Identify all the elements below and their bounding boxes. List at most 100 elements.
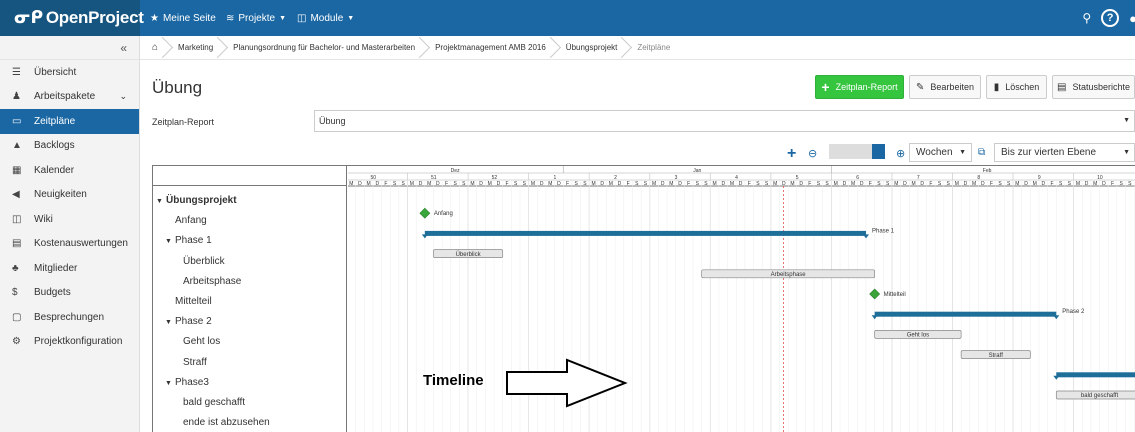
report-select[interactable]: Übung ▼ (314, 110, 1135, 132)
zoom-out-icon[interactable]: ⊖ (808, 147, 817, 160)
caret-down-icon: ▼ (1123, 117, 1130, 124)
day-letter: D (1042, 181, 1046, 187)
expand-plus-icon[interactable]: + (787, 145, 796, 163)
gantt-chart: ▼ Übungsprojekt Anfang ▼ Phase 1 Überblick Arb… (152, 165, 1135, 432)
expand-toggle-icon[interactable]: ▼ (165, 313, 175, 333)
openproject-logo[interactable]: ᓂᑭ OpenProject (0, 0, 144, 36)
day-letter: M (911, 181, 915, 187)
sidebar-item-neuigkeiten[interactable]: ◀ Neuigkeiten (0, 183, 139, 208)
nav-modules[interactable]: ◫ Module ▼ (297, 0, 354, 36)
gantt-row-label: Übungsprojekt (166, 195, 237, 206)
expand-toggle-icon[interactable]: ▼ (165, 232, 175, 252)
search-icon[interactable]: ⚲ (1082, 11, 1091, 25)
user-icon[interactable]: ● (1129, 11, 1135, 26)
nav-projects[interactable]: ≋ Projekte ▼ (226, 0, 286, 36)
sidebar-item-kalender[interactable]: ▦ Kalender (0, 158, 139, 183)
week-label: 7 (917, 175, 920, 181)
breadcrumb-item[interactable]: Projektmanagement AMB 2016 (427, 36, 558, 60)
home-icon[interactable]: ⌂ (150, 36, 170, 60)
gantt-tree-row[interactable]: Straff (183, 353, 207, 373)
day-letter: M (367, 181, 371, 187)
day-letter: M (790, 181, 794, 187)
day-letter: M (773, 181, 777, 187)
breadcrumb-item[interactable]: Übungsprojekt (558, 36, 630, 60)
gantt-timeline[interactable]: Dez Jan Feb 50 51 52 1 2 3 4 5 6 7 8 9 10 M D M D F S S M D M D F S S… (348, 166, 1135, 432)
gantt-tree-row[interactable]: ▼ Phase 1 (165, 231, 212, 251)
gantt-tree-row[interactable]: Arbeitsphase (183, 272, 241, 292)
outline-level-select[interactable]: Bis zur vierten Ebene ▼ (994, 143, 1135, 162)
sidebar-item-mitglieder[interactable]: ♣ Mitglieder (0, 256, 139, 281)
sidebar-item-budgets[interactable]: $ Budgets (0, 281, 139, 306)
gantt-tree-row[interactable]: Geht los (183, 332, 220, 352)
zoom-slider[interactable] (829, 144, 885, 159)
sidebar-item-arbeitspakete[interactable]: ♟ Arbeitspakete ⌄ (0, 85, 139, 110)
gantt-row-label: Arbeitsphase (183, 275, 242, 287)
sidebar-item-übersicht[interactable]: ☰ Übersicht (0, 60, 139, 85)
pencil-icon: ✎ (916, 81, 925, 93)
phase-bar (424, 230, 866, 236)
chevron-down-icon[interactable]: ⌄ (119, 91, 127, 102)
plus-icon: + (821, 79, 830, 95)
breadcrumb-item[interactable]: Planungsordnung für Bachelor- und Master… (225, 36, 427, 60)
zoom-slider-handle[interactable] (872, 144, 885, 159)
day-letter: F (445, 181, 448, 187)
day-letter: D (375, 181, 379, 187)
delete-button[interactable]: ▮ Löschen (986, 75, 1047, 99)
breadcrumb-item[interactable]: Marketing (170, 36, 225, 60)
day-letter: D (661, 181, 665, 187)
expand-toggle-icon[interactable]: ▼ (156, 192, 166, 212)
day-letter: F (1050, 181, 1053, 187)
day-letter: D (1024, 181, 1028, 187)
status-reports-button[interactable]: ▤ Statusberichte (1052, 75, 1135, 99)
phase-end-marker (1053, 315, 1060, 320)
gantt-tree-row[interactable]: ▼ Phase 2 (165, 312, 212, 332)
day-letter: M (591, 181, 595, 187)
zoom-in-icon[interactable]: ⊕ (896, 147, 905, 160)
sidebar-item-icon: ▭ (12, 115, 22, 127)
sidebar-item-zeitpläne[interactable]: ▭ Zeitpläne (0, 109, 139, 134)
sidebar-item-label: Kalender (34, 164, 75, 176)
scale-select[interactable]: Wochen ▼ (909, 143, 972, 162)
timeline-annotation-label: Timeline (423, 372, 484, 389)
sidebar-item-besprechungen[interactable]: ▢ Besprechungen (0, 305, 139, 330)
collapse-sidebar-button[interactable]: « (0, 36, 139, 60)
sidebar-item-icon: ◫ (12, 213, 22, 225)
gantt-tree-row[interactable]: Überblick (183, 252, 225, 272)
sidebar-item-backlogs[interactable]: ▲ Backlogs (0, 134, 139, 159)
day-letter: F (566, 181, 569, 187)
day-letter: D (358, 181, 362, 187)
expand-toggle-icon[interactable]: ▼ (165, 374, 175, 394)
sidebar-item-wiki[interactable]: ◫ Wiki (0, 207, 139, 232)
sidebar-item-label: Budgets (34, 287, 71, 299)
timeline-report-button[interactable]: + Zeitplan-Report (815, 75, 904, 99)
phase-end-marker (863, 234, 869, 239)
gantt-tree-row[interactable]: Mittelteil (175, 292, 212, 312)
gantt-timeline-svg: Dez Jan Feb50 51 52 1 2 3 4 5 6 7 8 9 10M D M D F S S M D M D F S S… (348, 166, 1135, 432)
gantt-tree-row[interactable]: ende ist abzusehen (183, 413, 270, 432)
nav-my-page[interactable]: ★ Meine Seite (150, 0, 216, 36)
week-label: 3 (675, 175, 678, 181)
week-label: 4 (735, 175, 738, 181)
phase-start-marker (421, 234, 428, 239)
edit-button[interactable]: ✎ Bearbeiten (909, 75, 981, 99)
day-letter: D (1085, 181, 1089, 187)
sidebar-item-label: Neuigkeiten (34, 189, 87, 201)
sidebar-item-kostenauswertungen[interactable]: ▤ Kostenauswertungen (0, 232, 139, 257)
task-label: Straff (989, 353, 1004, 359)
gantt-tree-row[interactable]: ▼ Übungsprojekt (156, 191, 237, 211)
day-letter: M (834, 181, 838, 187)
sidebar-item-projektkonfiguration[interactable]: ⚙ Projektkonfiguration (0, 330, 139, 355)
gantt-row-label: Phase 2 (175, 316, 212, 328)
report-icon: ▤ (1057, 81, 1067, 93)
day-letter: F (384, 181, 387, 187)
day-letter: F (929, 181, 932, 187)
day-letter: M (652, 181, 656, 187)
gantt-tree-row[interactable]: Anfang (175, 211, 207, 231)
gantt-tree-row[interactable]: ▼ Phase3 (165, 373, 209, 393)
day-letter: D (964, 181, 968, 187)
gantt-row-label: Anfang (175, 215, 207, 227)
week-label: 6 (856, 175, 859, 181)
gantt-tree-row[interactable]: bald geschafft (183, 393, 245, 413)
help-icon[interactable]: ? (1101, 9, 1120, 27)
top-right-controls: ⚲ ? ● (1082, 0, 1135, 36)
